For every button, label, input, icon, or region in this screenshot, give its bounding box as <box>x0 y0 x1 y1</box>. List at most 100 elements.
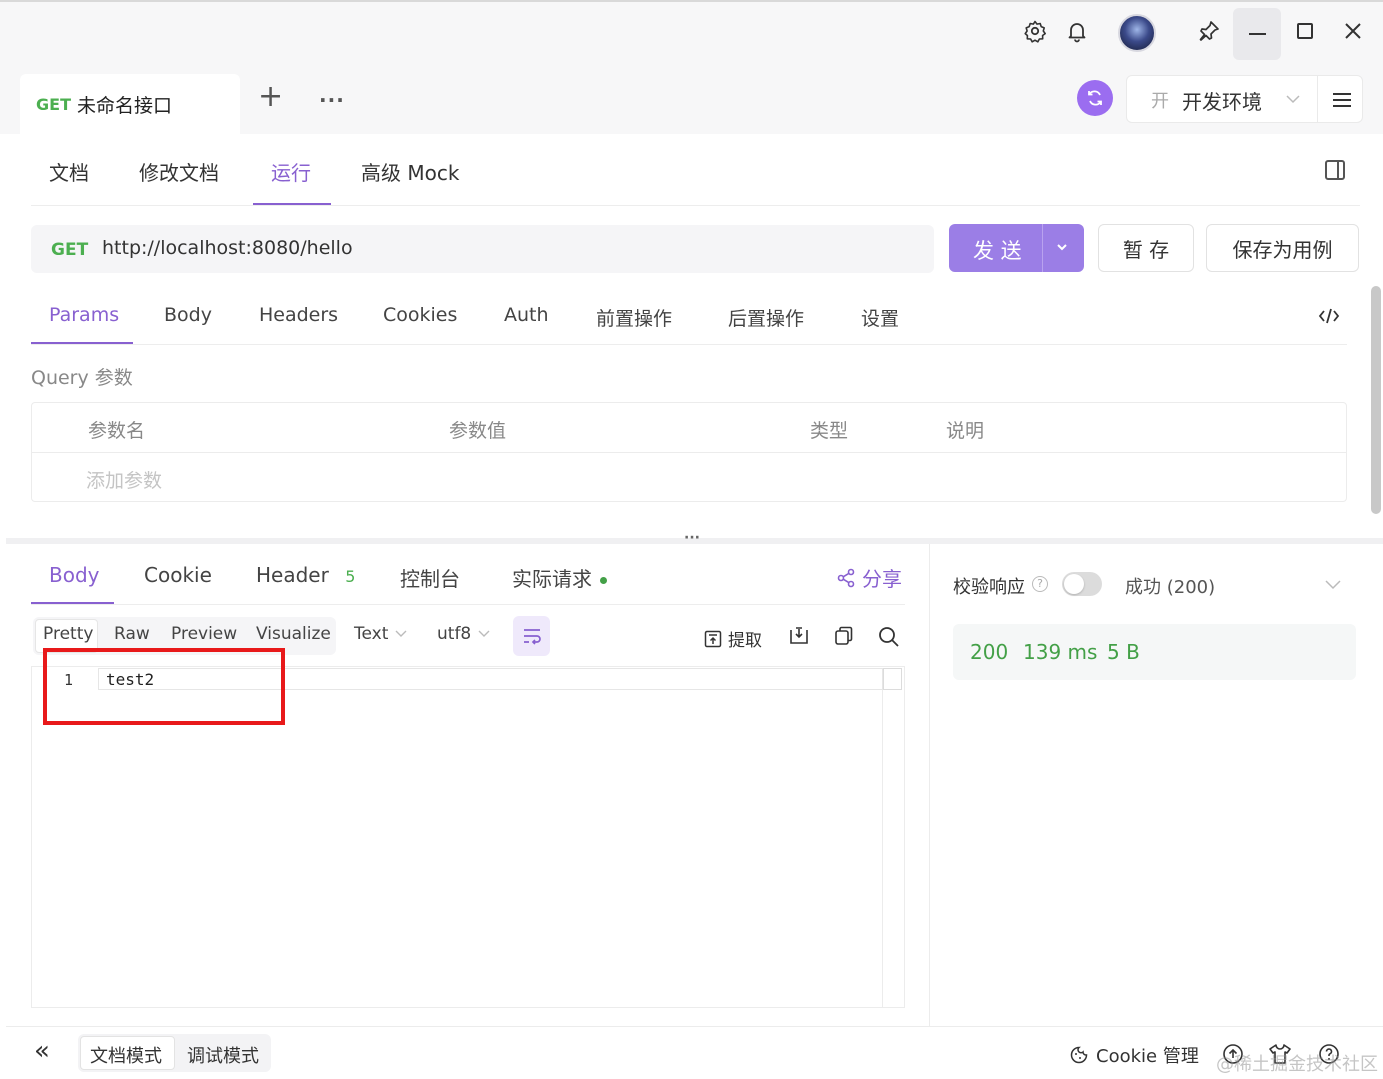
cookie-icon <box>1070 1046 1088 1064</box>
reqtab-post-script[interactable]: 后置操作 <box>728 304 804 331</box>
content-type-value: Text <box>354 624 389 644</box>
sidebar-toggle-icon[interactable] <box>1325 160 1345 180</box>
tab-method-badge: GET <box>36 94 71 114</box>
format-visualize[interactable]: Visualize <box>256 624 331 644</box>
validate-toggle[interactable] <box>1062 572 1102 596</box>
send-label: 发 送 <box>973 239 1022 263</box>
gear-icon[interactable] <box>1022 18 1048 44</box>
cookie-manage-button[interactable]: Cookie 管理 <box>1070 1042 1199 1068</box>
minimize-button[interactable] <box>1233 8 1281 60</box>
subtab-divider <box>31 205 1360 206</box>
reqtab-headers[interactable]: Headers <box>259 304 338 326</box>
extract-icon <box>704 630 722 647</box>
env-badge: 开 <box>1151 91 1169 112</box>
resptab-cookie[interactable]: Cookie <box>144 563 212 587</box>
validate-result[interactable]: 成功 (200) <box>1125 573 1215 599</box>
doc-mode-button[interactable]: 文档模式 <box>90 1042 162 1068</box>
resptab-body[interactable]: Body <box>49 563 100 587</box>
col-param-type: 类型 <box>810 420 849 442</box>
download-icon[interactable] <box>789 626 809 646</box>
wrap-lines-icon[interactable] <box>513 616 550 656</box>
response-size: 5 B <box>1107 640 1140 664</box>
subtab-edit-docs[interactable]: 修改文档 <box>139 157 219 186</box>
url-input[interactable]: http://localhost:8080/hello <box>102 237 353 259</box>
search-icon[interactable] <box>878 626 900 648</box>
save-draft-button[interactable]: 暂 存 <box>1098 224 1194 272</box>
format-raw[interactable]: Raw <box>114 624 150 644</box>
format-pretty[interactable]: Pretty <box>43 624 93 644</box>
close-icon[interactable] <box>1340 18 1366 44</box>
minimize-icon <box>1249 33 1266 35</box>
reqtab-cookies[interactable]: Cookies <box>383 304 457 326</box>
avatar[interactable] <box>1118 14 1156 52</box>
reqtab-params[interactable]: Params <box>49 304 119 326</box>
code-icon[interactable] <box>1318 307 1340 325</box>
extract-button[interactable]: 提取 <box>704 626 762 651</box>
more-tabs-button[interactable]: ··· <box>319 88 345 112</box>
reqtab-divider <box>31 344 1347 345</box>
share-icon <box>837 568 855 587</box>
env-name: 开发环境 <box>1182 90 1262 114</box>
status-code: 200 <box>970 640 1009 664</box>
chevron-down-icon <box>478 630 490 637</box>
chevron-down-icon[interactable] <box>1324 577 1342 591</box>
col-param-value: 参数值 <box>449 420 507 442</box>
toggle-knob <box>1064 574 1084 594</box>
resptab-console[interactable]: 控制台 <box>400 563 460 592</box>
subtab-mock[interactable]: 高级 Mock <box>361 157 459 186</box>
scrollbar[interactable] <box>1371 286 1381 514</box>
resptab-actual-request-label: 实际请求 <box>512 567 592 591</box>
reqtab-auth[interactable]: Auth <box>504 304 549 326</box>
env-divider <box>1317 76 1318 122</box>
chevron-down-icon <box>395 630 407 637</box>
header-count-badge: 5 <box>345 567 356 586</box>
editor-minimap <box>882 668 903 1007</box>
tab-title: 未命名接口 <box>76 94 172 117</box>
debug-mode-button[interactable]: 调试模式 <box>187 1042 259 1068</box>
cookie-manage-label: Cookie 管理 <box>1096 1046 1199 1067</box>
chevron-down-icon <box>1286 95 1300 104</box>
validation-pane <box>929 544 1383 1026</box>
maximize-icon[interactable] <box>1292 18 1318 44</box>
reqtab-settings[interactable]: 设置 <box>861 304 899 331</box>
resptab-header-label: Header <box>256 563 329 587</box>
subtab-run[interactable]: 运行 <box>271 157 311 186</box>
response-time: 139 ms <box>1023 640 1098 664</box>
request-tab[interactable]: GET 未命名接口 <box>20 74 240 134</box>
add-tab-button[interactable]: + <box>258 82 283 112</box>
col-param-name: 参数名 <box>88 420 146 442</box>
query-params-title: Query 参数 <box>31 367 133 389</box>
copy-icon[interactable] <box>834 626 854 646</box>
resptab-actual-request[interactable]: 实际请求 <box>512 563 608 592</box>
environment-selector[interactable]: 开 开发环境 <box>1126 75 1363 123</box>
collapse-sidebar-icon[interactable]: « <box>34 1038 50 1064</box>
method-selector[interactable]: GET <box>51 240 88 260</box>
pin-icon[interactable] <box>1196 18 1222 44</box>
format-preview[interactable]: Preview <box>171 624 237 644</box>
content-type-select[interactable]: Text <box>354 624 408 644</box>
bell-icon[interactable] <box>1064 18 1090 44</box>
extract-label: 提取 <box>728 631 762 651</box>
encoding-select[interactable]: utf8 <box>437 624 491 644</box>
validate-label: 校验响应 <box>953 577 1025 598</box>
resptab-header[interactable]: Header 5 <box>256 563 355 587</box>
reqtab-body[interactable]: Body <box>164 304 212 326</box>
share-button[interactable]: 分享 <box>836 563 902 592</box>
subtab-docs[interactable]: 文档 <box>49 157 89 186</box>
send-dropdown-icon[interactable] <box>1055 242 1069 254</box>
sync-icon[interactable] <box>1077 80 1113 116</box>
add-param-input[interactable]: 添加参数 <box>86 466 162 493</box>
menu-icon[interactable] <box>1332 92 1352 108</box>
watermark: @稀土掘金技术社区 <box>1216 1054 1378 1075</box>
title-bar <box>0 0 1383 62</box>
save-as-case-button[interactable]: 保存为用例 <box>1206 224 1359 272</box>
reqtab-pre-script[interactable]: 前置操作 <box>596 304 672 331</box>
resize-grip[interactable]: ··· <box>684 530 700 546</box>
send-button[interactable]: 发 送 <box>949 224 1084 272</box>
response-status-box <box>953 624 1356 680</box>
params-header-divider <box>32 452 1346 453</box>
minimap-slider[interactable] <box>883 668 902 690</box>
resptab-divider <box>31 604 905 605</box>
share-label: 分享 <box>862 567 902 591</box>
help-icon[interactable]: ? <box>1032 576 1048 592</box>
